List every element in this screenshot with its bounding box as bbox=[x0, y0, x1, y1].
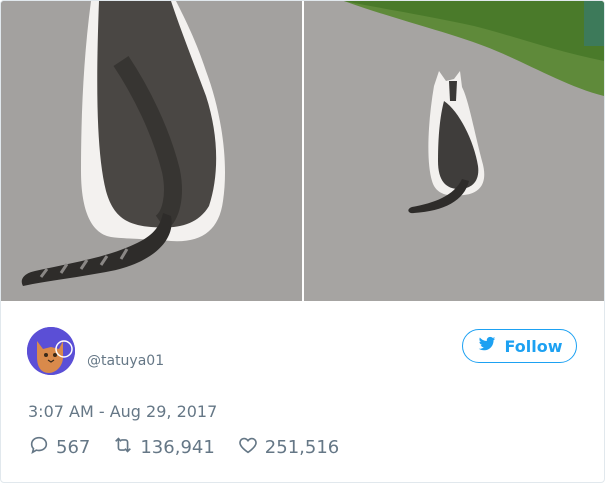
retweet-icon bbox=[112, 434, 134, 461]
tweet-timestamp[interactable]: 3:07 AM - Aug 29, 2017 bbox=[28, 402, 217, 421]
tweet-card: @tatuya01 Follow 3:07 AM - Aug 29, 2017 … bbox=[0, 0, 605, 483]
like-count: 251,516 bbox=[264, 437, 340, 458]
photo-grid bbox=[1, 1, 604, 301]
like-button[interactable]: 251,516 bbox=[237, 434, 339, 461]
tweet-actions: 567 136,941 251,516 bbox=[28, 434, 361, 461]
heart-icon bbox=[237, 434, 259, 461]
reply-count: 567 bbox=[56, 437, 91, 458]
follow-button[interactable]: Follow bbox=[462, 329, 577, 363]
avatar[interactable] bbox=[27, 327, 75, 375]
retweet-button[interactable]: 136,941 bbox=[112, 434, 215, 461]
retweet-count: 136,941 bbox=[140, 437, 215, 458]
follow-label: Follow bbox=[504, 336, 563, 356]
reply-button[interactable]: 567 bbox=[28, 434, 90, 461]
photo-cat-distant[interactable] bbox=[304, 1, 604, 301]
bird-icon bbox=[476, 335, 498, 357]
reply-icon bbox=[28, 434, 50, 461]
photo-cat-closeup[interactable] bbox=[1, 1, 302, 301]
user-handle[interactable]: @tatuya01 bbox=[87, 353, 164, 369]
